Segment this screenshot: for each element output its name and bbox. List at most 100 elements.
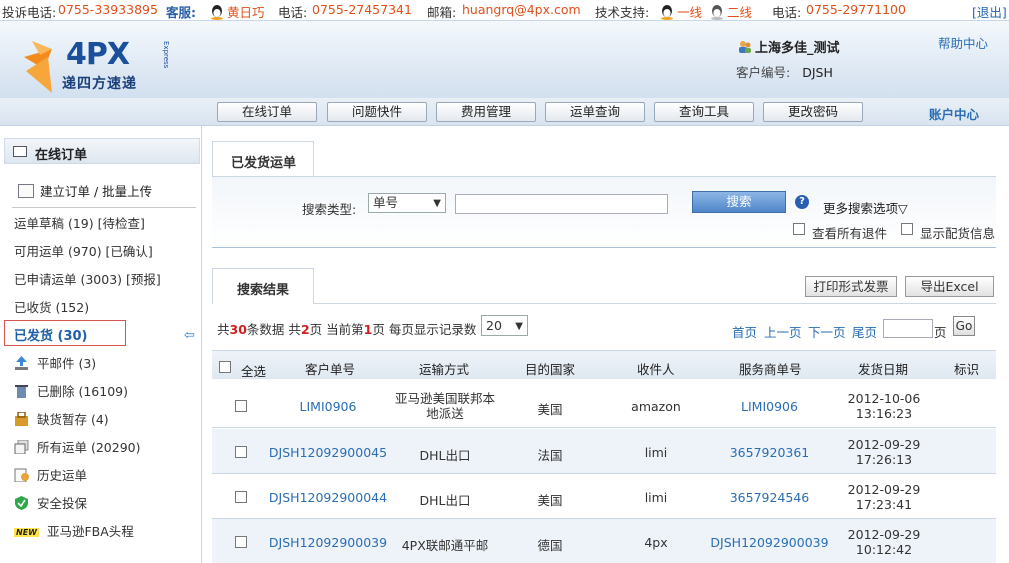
customer-number: 客户编号: DJSH xyxy=(736,62,833,81)
search-panel: 搜索类型: 单号 ▼ 搜索 ? 更多搜索选项▽ 查看所有退件 显示配货信息 xyxy=(212,176,996,248)
help-icon[interactable]: ? xyxy=(795,195,809,209)
tab-search-results-label: 搜索结果 xyxy=(237,283,290,298)
customer-order-link[interactable]: DJSH12092900044 xyxy=(262,490,394,505)
card-icon xyxy=(13,146,27,157)
search-input[interactable] xyxy=(455,194,668,214)
provider-no-link[interactable]: 3657924546 xyxy=(702,490,837,505)
service-name: 黄日巧 xyxy=(227,5,265,20)
tech-line1-label: 一线 xyxy=(677,5,703,20)
customer-order-link[interactable]: LIMI0906 xyxy=(262,399,394,414)
nav-query-tools[interactable]: 查询工具 xyxy=(654,102,754,122)
col-recipient: 收件人 xyxy=(637,362,675,377)
help-center-link[interactable]: 帮助中心 xyxy=(938,33,988,52)
sidebar-item-history-label: 历史运单 xyxy=(37,468,88,483)
sidebar-item-shortage[interactable]: 缺货暂存 (4) xyxy=(14,409,109,428)
row-checkbox[interactable] xyxy=(235,446,247,458)
recipient: limi xyxy=(644,445,668,460)
customer-no-value: DJSH xyxy=(802,65,833,80)
nav-change-password[interactable]: 更改密码 xyxy=(763,102,863,122)
shipping-method: DHL出口 xyxy=(419,448,471,463)
customer-order-link[interactable]: DJSH12092900045 xyxy=(262,445,394,460)
prev-page-link[interactable]: 上一页 xyxy=(764,322,802,341)
sidebar-item-deleted-label: 已删除 (16109) xyxy=(37,384,128,399)
qq-icon xyxy=(211,5,223,20)
last-page-link[interactable]: 尾页 xyxy=(852,322,877,341)
search-type-select[interactable]: 单号 ▼ xyxy=(368,193,446,213)
stats-total-prefix: 共 xyxy=(217,322,230,337)
chevron-down-icon: ▽ xyxy=(898,201,908,216)
sidebar-item-draft[interactable]: 运单草稿 (19) [待检查] xyxy=(14,213,145,232)
next-page-link[interactable]: 下一页 xyxy=(808,322,846,341)
sidebar-item-applied[interactable]: 已申请运单 (3003) [预报] xyxy=(14,269,161,288)
sidebar-item-deleted[interactable]: 已删除 (16109) xyxy=(14,381,128,400)
col-ship-date: 发货日期 xyxy=(858,362,909,377)
per-page-select[interactable]: 20 ▼ xyxy=(481,315,528,336)
first-page-link[interactable]: 首页 xyxy=(732,322,757,341)
nav-account-center[interactable]: 账户中心 xyxy=(929,104,979,123)
ship-date: 2012-09-29 xyxy=(847,437,921,452)
service-contact[interactable]: 黄日巧 xyxy=(210,2,265,21)
sidebar-item-history[interactable]: 历史运单 xyxy=(14,465,87,484)
view-returns-checkbox[interactable] xyxy=(793,223,805,235)
result-stats: 共30条数据 共2页 当前第1页 每页显示记录数 xyxy=(217,319,476,338)
tech-line1[interactable]: 一线 xyxy=(660,2,702,21)
go-button[interactable]: Go xyxy=(953,316,975,336)
nav-fee-management[interactable]: 费用管理 xyxy=(436,102,536,122)
print-invoice-button[interactable]: 打印形式发票 xyxy=(805,276,897,297)
nav-problem-shipments[interactable]: 问题快件 xyxy=(327,102,427,122)
destination-country: 美国 xyxy=(537,493,563,508)
logo-text: 4PX xyxy=(66,37,130,72)
tab-search-results[interactable]: 搜索结果 xyxy=(212,268,314,304)
col-customer-order: 客户单号 xyxy=(305,362,356,377)
sidebar-title: 在线订单 xyxy=(35,148,88,163)
sidebar-item-received[interactable]: 已收货 (152) xyxy=(14,297,89,316)
sidebar-item-create[interactable]: 建立订单 / 批量上传 xyxy=(18,181,152,200)
search-button[interactable]: 搜索 xyxy=(692,191,786,213)
destination-country: 美国 xyxy=(537,402,563,417)
email-link[interactable]: huangrq@4px.com xyxy=(462,2,581,17)
show-distribution-checkbox[interactable] xyxy=(901,223,913,235)
more-search-options[interactable]: 更多搜索选项▽ xyxy=(823,198,908,217)
nav-waybill-query[interactable]: 运单查询 xyxy=(545,102,645,122)
shipping-method: 亚马逊美国联邦本地派送 xyxy=(394,391,495,421)
select-all-checkbox[interactable] xyxy=(219,361,231,373)
stats-per-page-label: 每页显示记录数 xyxy=(388,322,477,337)
tech-phone-label: 电话: xyxy=(772,5,802,20)
sidebar-item-shortage-label: 缺货暂存 (4) xyxy=(37,412,109,427)
col-provider-no: 服务商单号 xyxy=(739,362,802,377)
row-checkbox[interactable] xyxy=(235,536,247,548)
complaint-phone: 0755-33933895 xyxy=(58,2,158,17)
lock-box-icon xyxy=(15,412,28,426)
sidebar-item-insurance-label: 安全投保 xyxy=(37,496,88,511)
row-checkbox[interactable] xyxy=(235,400,247,412)
page-label: 页 xyxy=(934,325,947,340)
stats-total-suffix: 条数据 xyxy=(246,322,285,337)
sidebar-item-available[interactable]: 可用运单 (970) [已确认] xyxy=(14,241,153,260)
table-row: DJSH12092900039 4PX联邮通平邮 德国 4px DJSH1209… xyxy=(212,519,996,563)
sidebar-item-shipped[interactable]: 已发货 (30) xyxy=(14,325,88,344)
sidebar-item-all[interactable]: 所有运单 (20290) xyxy=(14,437,141,456)
sidebar-item-fba[interactable]: NEW 亚马逊FBA头程 xyxy=(14,521,134,540)
recipient: limi xyxy=(644,490,668,505)
destination-country: 法国 xyxy=(537,448,563,463)
provider-no-link[interactable]: DJSH12092900039 xyxy=(702,535,837,550)
export-excel-button[interactable]: 导出Excel xyxy=(905,276,994,297)
ship-date: 2012-09-29 xyxy=(847,527,921,542)
upload-icon xyxy=(15,356,28,370)
logout-link[interactable]: [退出] xyxy=(972,2,1007,21)
provider-no-link[interactable]: 3657920361 xyxy=(702,445,837,460)
table-row: DJSH12092900044 DHL出口 美国 limi 3657924546… xyxy=(212,474,996,519)
search-type-value: 单号 xyxy=(373,195,399,210)
provider-no-link[interactable]: LIMI0906 xyxy=(702,399,837,414)
page-number-input[interactable] xyxy=(883,319,933,338)
sidebar-item-flat[interactable]: 平邮件 (3) xyxy=(14,353,96,372)
nav-online-order[interactable]: 在线订单 xyxy=(217,102,317,122)
new-badge: NEW xyxy=(14,528,39,537)
edit-icon xyxy=(18,184,34,198)
tech-line2[interactable]: 二线 xyxy=(710,2,752,21)
tab-shipped-waybills[interactable]: 已发货运单 xyxy=(212,141,314,177)
sidebar-item-insurance[interactable]: 安全投保 xyxy=(14,493,87,512)
per-page-value: 20 xyxy=(486,318,502,333)
row-checkbox[interactable] xyxy=(235,491,247,503)
customer-order-link[interactable]: DJSH12092900039 xyxy=(262,535,394,550)
